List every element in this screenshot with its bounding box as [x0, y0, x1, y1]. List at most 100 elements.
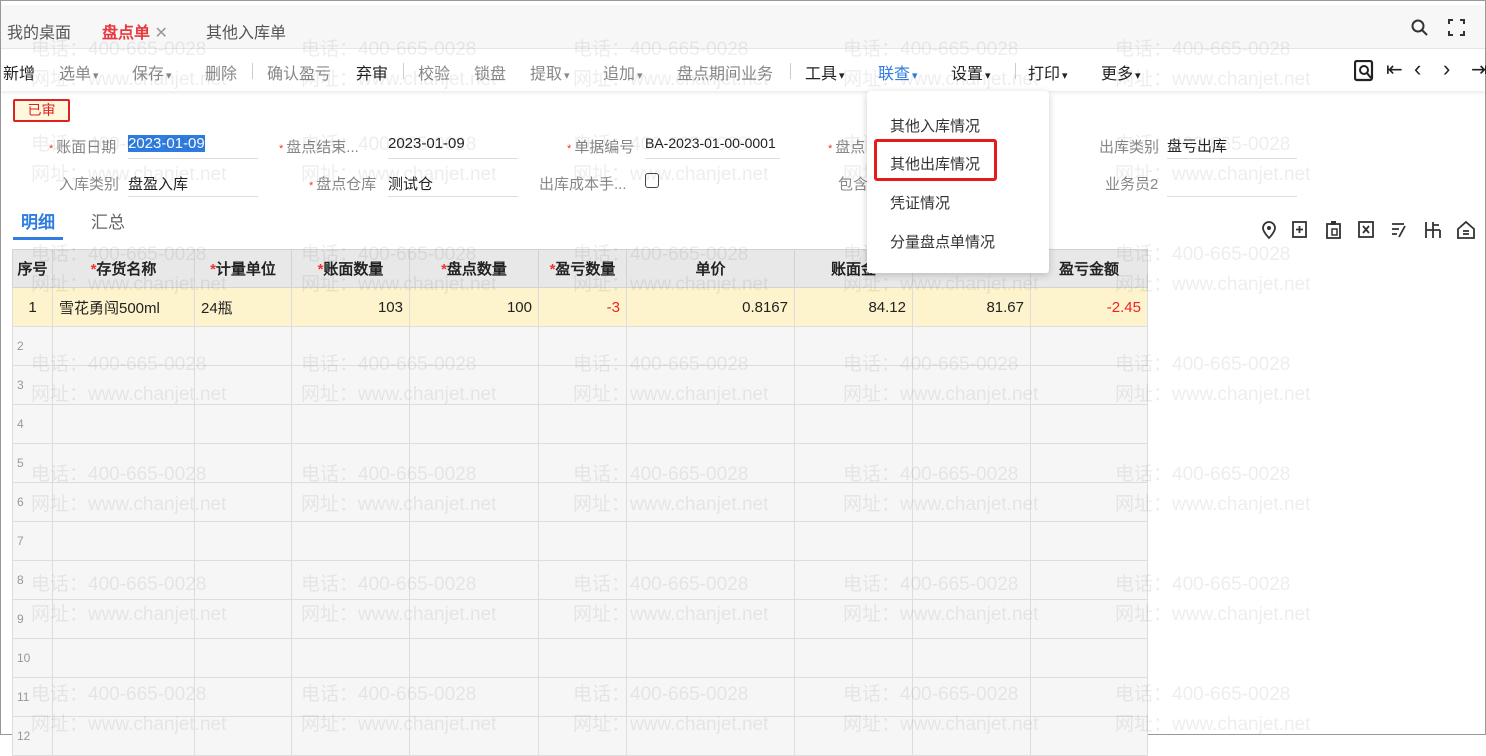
abandon-button[interactable]: 弃审 [356, 60, 388, 84]
table-cell[interactable] [912, 560, 1031, 600]
extract-button[interactable]: 提取 ▾ [530, 60, 570, 84]
table-cell[interactable] [194, 677, 292, 717]
table-cell[interactable] [409, 521, 539, 561]
table-cell[interactable]: 11 [12, 677, 53, 717]
table-cell[interactable] [794, 404, 913, 444]
table-cell[interactable] [912, 443, 1031, 483]
table-cell[interactable] [626, 599, 795, 639]
table-cell[interactable]: 84.12 [794, 287, 913, 327]
previous-record-icon[interactable]: ‹ [1414, 56, 1421, 82]
split-column-icon[interactable] [1423, 220, 1443, 240]
table-row[interactable]: 2 [12, 326, 1148, 366]
column-header[interactable]: *存货名称 [52, 249, 195, 288]
menu-item-other-inbound[interactable]: 其他入库情况 [890, 115, 980, 136]
table-cell[interactable] [52, 716, 195, 756]
table-cell[interactable] [1030, 599, 1148, 639]
delete-row-icon[interactable] [1357, 220, 1377, 240]
table-cell[interactable] [626, 365, 795, 405]
table-cell[interactable] [409, 443, 539, 483]
table-cell[interactable] [912, 638, 1031, 678]
table-cell[interactable] [626, 521, 795, 561]
table-cell[interactable] [912, 326, 1031, 366]
table-cell[interactable] [52, 365, 195, 405]
table-cell[interactable] [626, 560, 795, 600]
new-button[interactable]: 新增 [3, 60, 35, 84]
table-cell[interactable]: 2 [12, 326, 53, 366]
link-query-button[interactable]: 联查 ▾ [878, 60, 918, 84]
table-cell[interactable] [1030, 404, 1148, 444]
table-cell[interactable] [912, 521, 1031, 561]
table-cell[interactable] [538, 716, 627, 756]
table-row[interactable]: 8 [12, 560, 1148, 600]
table-cell[interactable] [912, 365, 1031, 405]
table-cell[interactable] [194, 482, 292, 522]
table-cell[interactable] [794, 599, 913, 639]
column-header[interactable]: *盘点数量 [409, 249, 539, 288]
table-cell[interactable] [538, 638, 627, 678]
table-cell[interactable] [794, 365, 913, 405]
out-type-field[interactable]: 盘亏出库 [1167, 132, 1297, 159]
table-cell[interactable]: 5 [12, 443, 53, 483]
table-cell[interactable] [52, 482, 195, 522]
column-header[interactable]: *盈亏数量 [538, 249, 627, 288]
table-cell[interactable] [538, 599, 627, 639]
table-cell[interactable] [1030, 365, 1148, 405]
column-header[interactable]: 单价 [626, 249, 795, 288]
edit-batch-icon[interactable] [1390, 220, 1410, 240]
table-cell[interactable] [291, 716, 410, 756]
table-cell[interactable] [794, 677, 913, 717]
table-cell[interactable] [1030, 521, 1148, 561]
table-row[interactable]: 3 [12, 365, 1148, 405]
fullscreen-icon[interactable] [1448, 19, 1465, 36]
table-cell[interactable] [409, 482, 539, 522]
table-cell[interactable]: -2.45 [1030, 287, 1148, 327]
select-button[interactable]: 选单 ▾ [59, 60, 99, 84]
table-row[interactable]: 10 [12, 638, 1148, 678]
table-cell[interactable] [912, 716, 1031, 756]
last-record-icon[interactable]: ⇥ [1471, 57, 1486, 82]
close-icon[interactable]: ✕ [154, 25, 167, 42]
table-cell[interactable]: 1 [12, 287, 53, 327]
table-cell[interactable]: 12 [12, 716, 53, 756]
table-cell[interactable] [291, 521, 410, 561]
table-cell[interactable]: 7 [12, 521, 53, 561]
table-cell[interactable] [409, 599, 539, 639]
table-cell[interactable] [194, 716, 292, 756]
table-cell[interactable] [52, 638, 195, 678]
table-cell[interactable] [291, 326, 410, 366]
table-cell[interactable] [1030, 716, 1148, 756]
table-row[interactable]: 11 [12, 677, 1148, 717]
search-icon[interactable] [1411, 19, 1429, 37]
table-cell[interactable] [626, 443, 795, 483]
table-cell[interactable] [409, 677, 539, 717]
more-button[interactable]: 更多 ▾ [1101, 60, 1141, 84]
table-cell[interactable] [1030, 677, 1148, 717]
column-header[interactable]: 序号 [12, 249, 53, 288]
table-cell[interactable] [538, 521, 627, 561]
table-cell[interactable] [409, 326, 539, 366]
table-cell[interactable] [52, 443, 195, 483]
table-cell[interactable] [409, 404, 539, 444]
warehouse-icon[interactable] [1456, 220, 1476, 240]
first-record-icon[interactable]: ⇤ [1386, 57, 1403, 82]
confirm-button[interactable]: 确认盈亏 [267, 60, 331, 84]
table-cell[interactable] [194, 326, 292, 366]
table-cell[interactable]: 10 [12, 638, 53, 678]
table-cell[interactable] [52, 404, 195, 444]
column-header[interactable]: *账面数量 [291, 249, 410, 288]
table-cell[interactable] [291, 482, 410, 522]
table-cell[interactable]: 3 [12, 365, 53, 405]
column-header[interactable]: *计量单位 [194, 249, 292, 288]
table-row[interactable]: 9 [12, 599, 1148, 639]
table-cell[interactable] [912, 404, 1031, 444]
period-business-button[interactable]: 盘点期间业务 [677, 60, 773, 84]
table-cell[interactable] [912, 482, 1031, 522]
table-cell[interactable] [538, 482, 627, 522]
table-row[interactable]: 4 [12, 404, 1148, 444]
table-cell[interactable] [291, 638, 410, 678]
table-cell[interactable] [794, 521, 913, 561]
table-cell[interactable] [409, 365, 539, 405]
table-cell[interactable] [1030, 326, 1148, 366]
table-cell[interactable]: 雪花勇闯500ml [52, 287, 195, 327]
table-cell[interactable] [52, 560, 195, 600]
